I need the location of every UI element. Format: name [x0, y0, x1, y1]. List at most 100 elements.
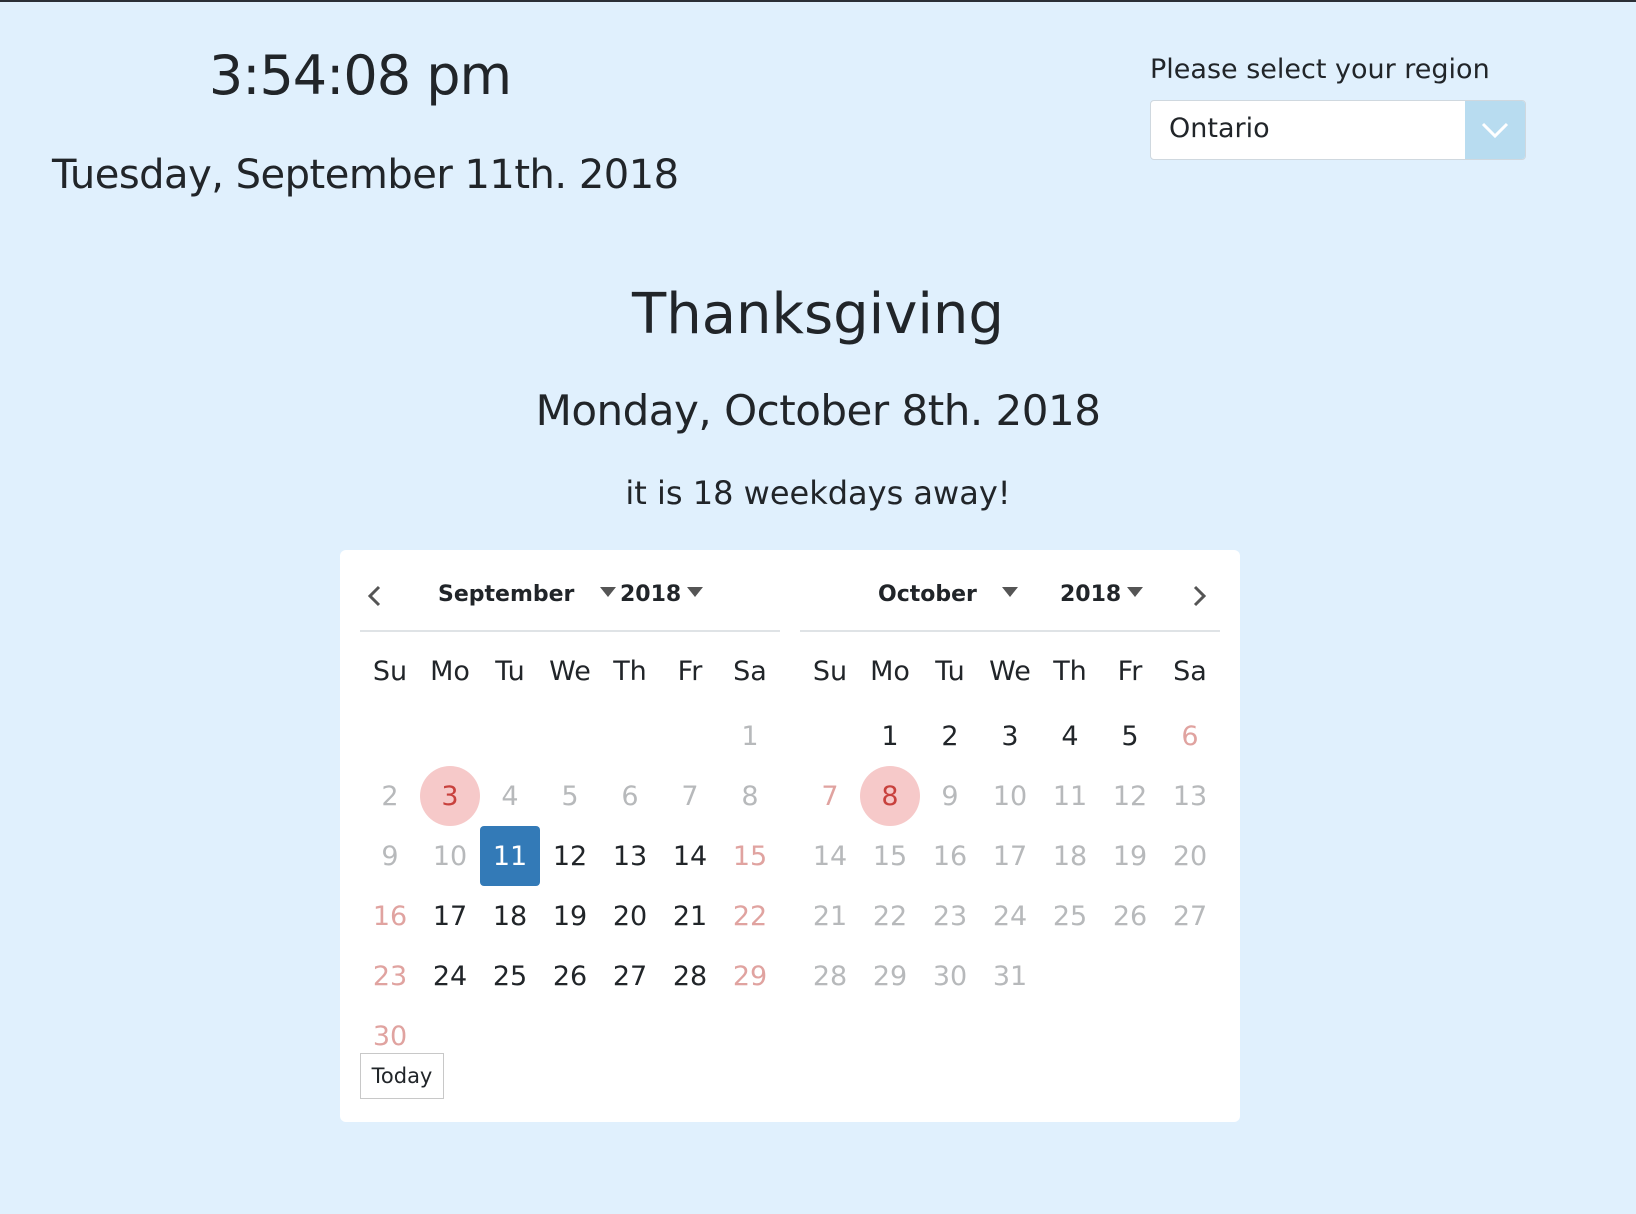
- region-select[interactable]: Ontario: [1150, 100, 1526, 160]
- day-cell[interactable]: 10: [980, 766, 1040, 826]
- day-cell[interactable]: 26: [1100, 886, 1160, 946]
- header-divider: [800, 630, 1220, 632]
- holiday-countdown: it is 18 weekdays away!: [625, 474, 1011, 512]
- day-cell[interactable]: 28: [800, 946, 860, 1006]
- day-cell[interactable]: 5: [540, 766, 600, 826]
- day-cell[interactable]: 23: [360, 946, 420, 1006]
- day-cell[interactable]: 11: [480, 826, 540, 886]
- datepicker: September 2018 Su Mo Tu We Th Fr Sa 1 2 3 4 5 6 7 8 9 10…: [340, 550, 1240, 1122]
- day-cell[interactable]: 29: [720, 946, 780, 1006]
- caret-down-icon[interactable]: [1127, 586, 1143, 598]
- weekday-header: We: [989, 655, 1031, 687]
- day-cell[interactable]: 25: [480, 946, 540, 1006]
- day-cell[interactable]: 16: [360, 886, 420, 946]
- day-grid: Su Mo Tu We Th Fr Sa 1 2 3 4 5 6 7 8 9 10 11 12 13 14 15 16 17 1…: [360, 646, 780, 1066]
- day-cell[interactable]: 10: [420, 826, 480, 886]
- day-cell[interactable]: 20: [1160, 826, 1220, 886]
- day-cell[interactable]: 1: [720, 706, 780, 766]
- day-cell[interactable]: 12: [540, 826, 600, 886]
- day-cell[interactable]: 21: [660, 886, 720, 946]
- day-cell[interactable]: 27: [600, 946, 660, 1006]
- day-cell[interactable]: 16: [920, 826, 980, 886]
- current-time: 3:54:08 pm: [208, 44, 512, 107]
- year-select[interactable]: 2018: [1060, 582, 1121, 607]
- day-cell[interactable]: 4: [1040, 706, 1100, 766]
- selected-day-marker: 11: [480, 826, 540, 886]
- empty-day-cell: [480, 706, 540, 766]
- day-cell[interactable]: 24: [980, 886, 1040, 946]
- weekday-header: Su: [812, 655, 848, 687]
- day-cell[interactable]: 14: [660, 826, 720, 886]
- day-cell[interactable]: 6: [600, 766, 660, 826]
- day-cell[interactable]: 9: [920, 766, 980, 826]
- day-cell[interactable]: 28: [660, 946, 720, 1006]
- day-cell[interactable]: 24: [420, 946, 480, 1006]
- day-cell[interactable]: 7: [660, 766, 720, 826]
- day-cell[interactable]: 6: [1160, 706, 1220, 766]
- day-cell[interactable]: 25: [1040, 886, 1100, 946]
- day-cell[interactable]: 4: [480, 766, 540, 826]
- empty-day-cell: [540, 706, 600, 766]
- month-panel-right: October 2018 Su Mo Tu We Th Fr Sa 1 2 3 4 5 6 7 8 9 10 11…: [800, 550, 1220, 1050]
- day-cell[interactable]: 22: [860, 886, 920, 946]
- day-cell[interactable]: 13: [1160, 766, 1220, 826]
- holiday-name: Thanksgiving: [632, 282, 1004, 347]
- holiday-date: Monday, October 8th. 2018: [535, 386, 1101, 435]
- day-cell[interactable]: 5: [1100, 706, 1160, 766]
- day-cell[interactable]: 20: [600, 886, 660, 946]
- day-cell[interactable]: 23: [920, 886, 980, 946]
- day-cell[interactable]: 17: [420, 886, 480, 946]
- day-cell[interactable]: 31: [980, 946, 1040, 1006]
- day-cell[interactable]: 7: [800, 766, 860, 826]
- day-cell[interactable]: 18: [480, 886, 540, 946]
- empty-day-cell: [360, 706, 420, 766]
- day-cell[interactable]: 8: [720, 766, 780, 826]
- day-cell[interactable]: 14: [800, 826, 860, 886]
- weekday-header: Mo: [430, 655, 470, 687]
- region-value: Ontario: [1169, 113, 1270, 144]
- region-dropdown-toggle[interactable]: [1465, 101, 1525, 159]
- day-cell[interactable]: 12: [1100, 766, 1160, 826]
- day-cell[interactable]: 13: [600, 826, 660, 886]
- day-cell[interactable]: 26: [540, 946, 600, 1006]
- empty-day-cell: [420, 706, 480, 766]
- chevron-down-icon: [1481, 122, 1509, 139]
- year-select[interactable]: 2018: [620, 582, 681, 607]
- empty-day-cell: [660, 706, 720, 766]
- weekday-header: Su: [372, 655, 408, 687]
- day-cell[interactable]: 15: [720, 826, 780, 886]
- day-cell[interactable]: 21: [800, 886, 860, 946]
- day-cell[interactable]: 29: [860, 946, 920, 1006]
- weekday-header: Sa: [733, 655, 767, 687]
- day-cell[interactable]: 8: [860, 766, 920, 826]
- day-cell[interactable]: 22: [720, 886, 780, 946]
- day-cell[interactable]: 2: [360, 766, 420, 826]
- weekday-header: We: [549, 655, 591, 687]
- empty-day-cell: [800, 706, 860, 766]
- day-cell[interactable]: 18: [1040, 826, 1100, 886]
- day-cell[interactable]: 17: [980, 826, 1040, 886]
- day-cell[interactable]: 15: [860, 826, 920, 886]
- day-cell[interactable]: 27: [1160, 886, 1220, 946]
- holiday-day-marker: 8: [860, 766, 920, 826]
- day-cell[interactable]: 19: [1100, 826, 1160, 886]
- month-select[interactable]: September: [438, 582, 574, 607]
- day-cell[interactable]: 3: [980, 706, 1040, 766]
- weekday-header: Tu: [935, 655, 965, 687]
- day-cell[interactable]: 19: [540, 886, 600, 946]
- day-cell[interactable]: 3: [420, 766, 480, 826]
- day-cell[interactable]: 30: [920, 946, 980, 1006]
- month-select[interactable]: October: [878, 582, 977, 607]
- caret-down-icon[interactable]: [600, 586, 616, 598]
- today-button[interactable]: Today: [360, 1053, 444, 1099]
- empty-day-cell: [600, 706, 660, 766]
- day-cell[interactable]: 2: [920, 706, 980, 766]
- caret-down-icon[interactable]: [1002, 586, 1018, 598]
- month-header: September 2018: [360, 578, 780, 614]
- day-cell[interactable]: 1: [860, 706, 920, 766]
- caret-down-icon[interactable]: [687, 586, 703, 598]
- weekday-header: Th: [613, 655, 647, 687]
- day-cell[interactable]: 11: [1040, 766, 1100, 826]
- weekday-header: Fr: [1117, 655, 1143, 687]
- day-cell[interactable]: 9: [360, 826, 420, 886]
